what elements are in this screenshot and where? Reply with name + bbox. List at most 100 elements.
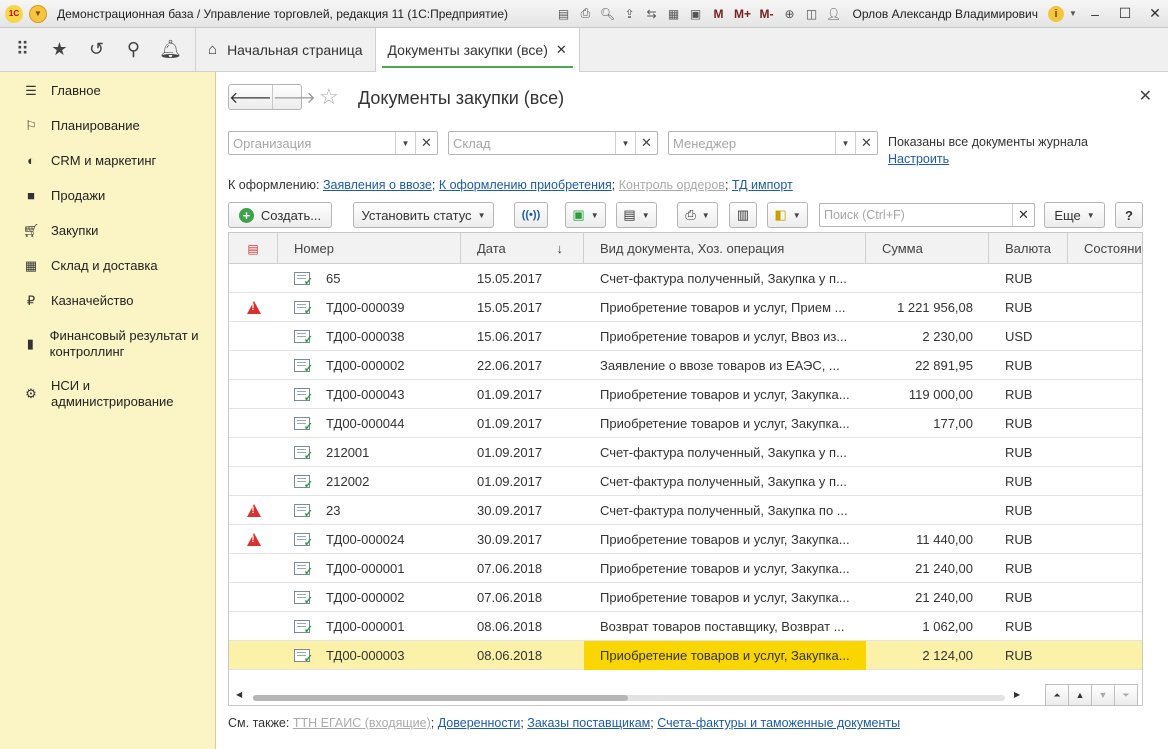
attachments-button[interactable]: ◧ ▼ <box>767 202 808 228</box>
more-button[interactable]: Еще ▼ <box>1044 202 1105 228</box>
table-row[interactable]: ТД00-000003 08.06.2018 Приобретение товаро… <box>229 641 1142 670</box>
chevron-down-icon[interactable]: ▼ <box>1068 5 1078 23</box>
link-supplier-orders[interactable]: Заказы поставщикам <box>527 716 650 730</box>
info-icon[interactable]: i <box>1048 5 1064 22</box>
close-tab-icon[interactable]: ✕ <box>556 42 567 58</box>
clear-icon[interactable]: ✕ <box>415 132 437 154</box>
column-date[interactable]: Дата ↓ <box>461 233 584 264</box>
help-button[interactable]: ? <box>1115 202 1143 228</box>
horizontal-scrollbar[interactable]: ◀ ▶ <box>228 688 1143 706</box>
column-sum[interactable]: Сумма <box>866 233 989 264</box>
table-row[interactable]: ТД00-000039 15.05.2017 Приобретение товаро… <box>229 293 1142 322</box>
scroll-thumb[interactable] <box>253 695 628 701</box>
scroll-right-icon[interactable]: ▶ <box>1014 690 1020 699</box>
scroll-down-icon[interactable]: ▼ <box>1091 684 1115 706</box>
organization-input[interactable]: Организация <box>229 132 395 154</box>
chevron-down-icon[interactable]: ▼ <box>835 132 855 154</box>
memory-plus-button[interactable]: M+ <box>732 5 752 23</box>
create-button[interactable]: + Создать... <box>228 202 332 228</box>
tab-purchase-documents[interactable]: Документы закупки (все) ✕ <box>374 27 580 72</box>
grid-menu-icon[interactable]: ⠿ <box>4 28 41 72</box>
search-icon[interactable]: ⚲ <box>115 28 152 72</box>
sidebar-item-purchases[interactable]: 🛒︎ Закупки <box>0 223 99 239</box>
calculator-icon[interactable]: ▦ <box>664 5 682 23</box>
close-form-icon[interactable]: ✕ <box>1139 86 1152 106</box>
column-state[interactable]: Состояние <box>1068 233 1142 264</box>
table-row[interactable]: 212002 01.09.2017 Счет-фактура полученный,… <box>229 467 1142 496</box>
link-powers-of-attorney[interactable]: Доверенности <box>438 716 521 730</box>
favorites-star-icon[interactable]: ★ <box>41 28 78 72</box>
set-status-button[interactable]: Установить статус ▼ <box>353 202 494 228</box>
chevron-down-icon[interactable]: ▼ <box>615 132 635 154</box>
table-row[interactable]: ТД00-000024 30.09.2017 Приобретение товаро… <box>229 525 1142 554</box>
sidebar-item-warehouse[interactable]: ▦ Склад и доставка <box>0 258 158 274</box>
memory-m-button[interactable]: M <box>708 5 728 23</box>
print-icon[interactable]: ⎙ <box>576 5 594 23</box>
organization-filter[interactable]: Организация ▼ ✕ <box>228 131 438 155</box>
clear-search-icon[interactable]: ✕ <box>1012 204 1034 226</box>
sidebar-item-planning[interactable]: ⚐ Планирование <box>0 118 140 134</box>
user-name[interactable]: Орлов Александр Владимирович <box>852 7 1038 21</box>
zoom-icon[interactable]: ⊕ <box>780 5 798 23</box>
column-status-icon[interactable]: ▤ <box>229 233 278 264</box>
sidebar-item-crm[interactable]: ◐ CRM и маркетинг <box>0 153 156 168</box>
warehouse-input[interactable]: Склад <box>449 132 615 154</box>
broadcast-button[interactable]: ((•)) <box>514 202 548 228</box>
column-currency[interactable]: Валюта <box>989 233 1068 264</box>
table-row[interactable]: ТД00-000001 07.06.2018 Приобретение товаро… <box>229 554 1142 583</box>
link-td-import[interactable]: ТД импорт <box>732 178 793 192</box>
memory-minus-button[interactable]: M- <box>756 5 776 23</box>
favorite-star-icon[interactable]: ☆ <box>319 84 339 110</box>
table-row[interactable]: 212001 01.09.2017 Счет-фактура полученный,… <box>229 438 1142 467</box>
link-egais[interactable]: ТТН ЕГАИС (входящие) <box>293 716 431 730</box>
warehouse-filter[interactable]: Склад ▼ ✕ <box>448 131 658 155</box>
clear-icon[interactable]: ✕ <box>855 132 877 154</box>
bell-icon[interactable]: 🔔︎ <box>152 28 189 72</box>
clear-icon[interactable]: ✕ <box>635 132 657 154</box>
minimize-button[interactable]: – <box>1082 3 1108 25</box>
forward-arrow-icon[interactable]: 🡒 <box>271 85 316 109</box>
related-docs-button[interactable]: ▤ ▼ <box>616 202 657 228</box>
print-button[interactable]: ⎙ ▼ <box>677 202 718 228</box>
table-row[interactable]: ТД00-000044 01.09.2017 Приобретение товаро… <box>229 409 1142 438</box>
scroll-top-icon[interactable]: ⏶ <box>1045 684 1069 706</box>
calendar-icon[interactable]: ▣ <box>686 5 704 23</box>
compare-icon[interactable]: ⇆ <box>642 5 660 23</box>
link-to-register-purchase[interactable]: К оформлению приобретения <box>439 178 612 192</box>
table-row[interactable]: 65 15.05.2017 Счет-фактура полученный, Зак… <box>229 264 1142 293</box>
sidebar-item-finance[interactable]: ▮ Финансовый результат и контроллинг <box>0 328 200 360</box>
column-doc-type[interactable]: Вид документа, Хоз. операция <box>584 233 866 264</box>
search-field[interactable]: Поиск (Ctrl+F) ✕ <box>819 203 1035 227</box>
manager-filter[interactable]: Менеджер ▼ ✕ <box>668 131 878 155</box>
back-arrow-icon[interactable]: 🡐 <box>229 85 272 109</box>
upload-icon[interactable]: ⇪ <box>620 5 638 23</box>
table-row[interactable]: ТД00-000001 08.06.2018 Возврат товаров пос… <box>229 612 1142 641</box>
table-row[interactable]: ТД00-000043 01.09.2017 Приобретение товаро… <box>229 380 1142 409</box>
table-row[interactable]: ТД00-000002 07.06.2018 Приобретение товаро… <box>229 583 1142 612</box>
create-based-button[interactable]: ▣ ▼ <box>565 202 606 228</box>
scroll-up-icon[interactable]: ▲ <box>1068 684 1092 706</box>
scroll-bottom-icon[interactable]: ⏷ <box>1114 684 1138 706</box>
link-order-control[interactable]: Контроль ордеров <box>619 178 725 192</box>
link-import-applications[interactable]: Заявления о ввозе <box>323 178 432 192</box>
manager-input[interactable]: Менеджер <box>669 132 835 154</box>
sidebar-item-treasury[interactable]: ₽ Казначейство <box>0 293 134 309</box>
tab-home[interactable]: ⌂ Начальная страница <box>196 28 375 72</box>
scroll-track[interactable] <box>253 695 1005 701</box>
maximize-button[interactable]: ☐ <box>1112 3 1138 25</box>
link-invoices-customs[interactable]: Счета-фактуры и таможенные документы <box>657 716 900 730</box>
report-button[interactable]: ▥ <box>729 202 757 228</box>
panel-icon[interactable]: ◫ <box>802 5 820 23</box>
scroll-left-icon[interactable]: ◀ <box>236 690 242 699</box>
configure-link[interactable]: Настроить <box>888 152 949 166</box>
table-row[interactable]: ТД00-000038 15.06.2017 Приобретение товаро… <box>229 322 1142 351</box>
chevron-down-icon[interactable]: ▼ <box>395 132 415 154</box>
sidebar-item-sales[interactable]: ■ Продажи <box>0 188 105 203</box>
history-icon[interactable]: ↺ <box>78 28 115 72</box>
table-row[interactable]: 23 30.09.2017 Счет-фактура полученный, Зак… <box>229 496 1142 525</box>
sidebar-item-main[interactable]: ☰ Главное <box>0 83 101 99</box>
search-input[interactable]: Поиск (Ctrl+F) <box>820 204 1012 226</box>
close-window-button[interactable]: ✕ <box>1142 3 1168 25</box>
main-menu-button[interactable]: ▼ <box>29 4 47 23</box>
table-row[interactable]: ТД00-000002 22.06.2017 Заявление о ввозе т… <box>229 351 1142 380</box>
